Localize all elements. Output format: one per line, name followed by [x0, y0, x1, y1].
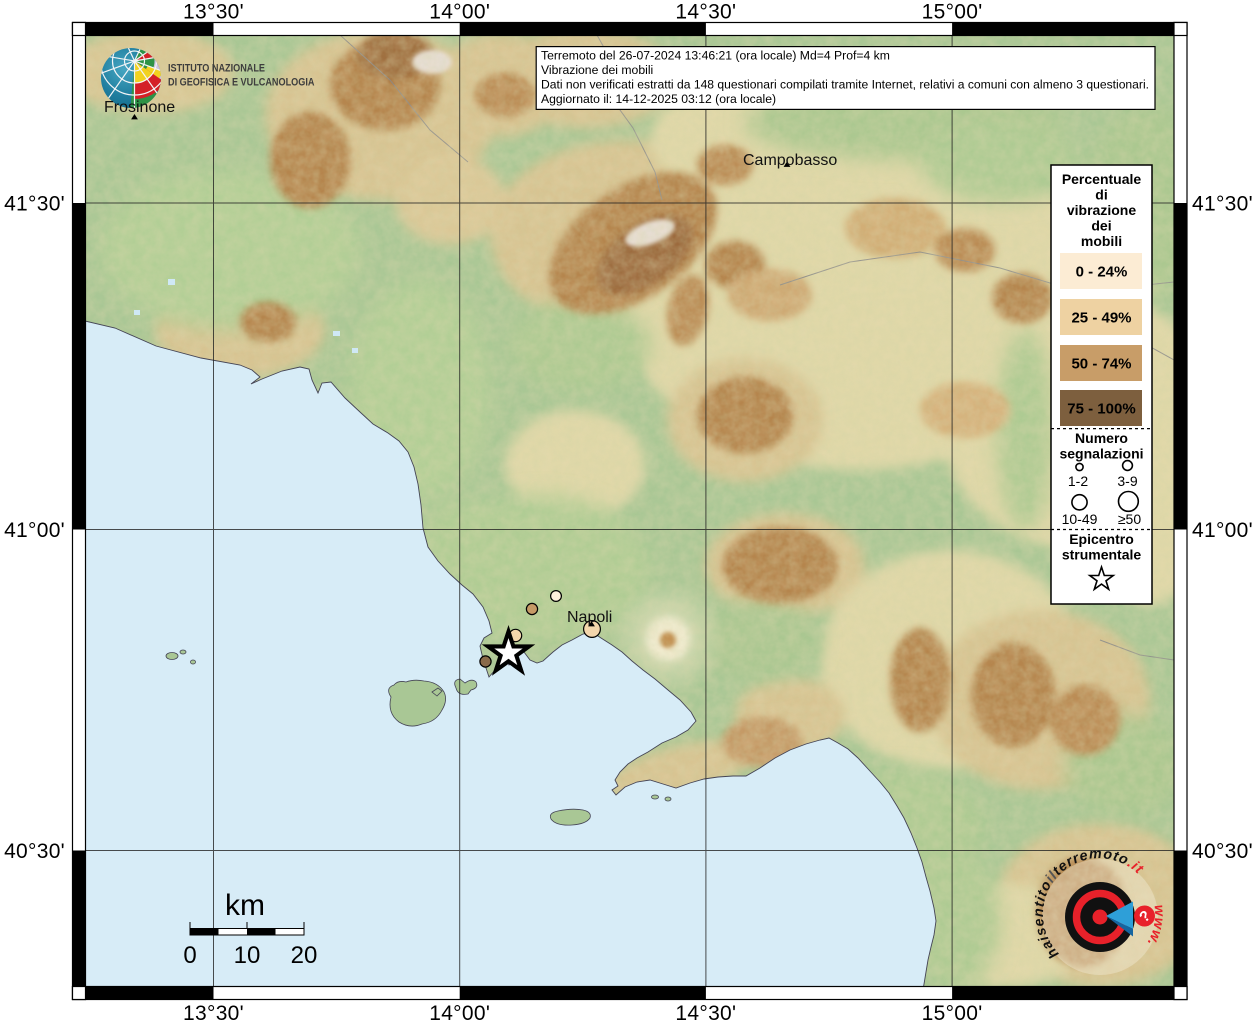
svg-text:40°30': 40°30': [4, 840, 65, 863]
svg-text:14°00': 14°00': [429, 1002, 490, 1024]
svg-text:strumentale: strumentale: [1062, 547, 1142, 563]
svg-text:DI GEOFISICA E VULCANOLOGIA: DI GEOFISICA E VULCANOLOGIA: [168, 77, 315, 89]
svg-text:Frosinone: Frosinone: [104, 99, 175, 116]
svg-text:km: km: [225, 889, 265, 922]
svg-text:Epicentro: Epicentro: [1069, 531, 1134, 547]
svg-text:15°00': 15°00': [922, 1, 983, 24]
svg-text:13°30': 13°30': [183, 1, 244, 24]
svg-text:≥50: ≥50: [1118, 511, 1141, 527]
svg-text:Campobasso: Campobasso: [743, 152, 837, 169]
svg-text:Dati non verificati estratti d: Dati non verificati estratti da 148 ques…: [541, 78, 1149, 92]
svg-text:0: 0: [183, 942, 196, 969]
svg-text:75 - 100%: 75 - 100%: [1067, 401, 1135, 418]
svg-text:41°00': 41°00': [4, 519, 65, 542]
svg-text:mobili: mobili: [1081, 233, 1122, 249]
svg-text:50 - 74%: 50 - 74%: [1071, 356, 1131, 373]
svg-text:Vibrazione dei mobili: Vibrazione dei mobili: [541, 63, 653, 77]
svg-text:1-2: 1-2: [1068, 473, 1088, 489]
svg-text:segnalazioni: segnalazioni: [1059, 446, 1143, 462]
svg-text:13°30': 13°30': [183, 1002, 244, 1024]
svg-text:40°30': 40°30': [1192, 840, 1253, 863]
svg-text:14°00': 14°00': [429, 1, 490, 24]
svg-text:0 - 24%: 0 - 24%: [1076, 264, 1128, 281]
svg-text:Percentuale: Percentuale: [1062, 171, 1142, 187]
svg-text:vibrazione: vibrazione: [1067, 202, 1136, 218]
svg-text:ISTITUTO NAZIONALE: ISTITUTO NAZIONALE: [168, 63, 265, 75]
svg-text:41°30': 41°30': [1192, 193, 1253, 216]
svg-text:41°00': 41°00': [1192, 519, 1253, 542]
svg-text:14°30': 14°30': [675, 1002, 736, 1024]
svg-text:15°00': 15°00': [922, 1002, 983, 1024]
svg-text:Napoli: Napoli: [567, 609, 612, 626]
svg-text:di: di: [1095, 187, 1107, 203]
svg-text:dei: dei: [1091, 218, 1111, 234]
svg-text:41°30': 41°30': [4, 193, 65, 216]
svg-text:20: 20: [291, 942, 318, 969]
svg-text:10: 10: [234, 942, 261, 969]
svg-text:3-9: 3-9: [1117, 473, 1137, 489]
svg-text:14°30': 14°30': [675, 1, 736, 24]
svg-text:Aggiornato il: 14-12-2025 03:1: Aggiornato il: 14-12-2025 03:12 (ora loc…: [541, 92, 776, 106]
svg-text:25 - 49%: 25 - 49%: [1071, 310, 1131, 327]
svg-text:Numero: Numero: [1075, 430, 1128, 446]
svg-text:Terremoto del 26-07-2024 13:46: Terremoto del 26-07-2024 13:46:21 (ora l…: [541, 49, 890, 63]
svg-text:10-49: 10-49: [1062, 511, 1098, 527]
